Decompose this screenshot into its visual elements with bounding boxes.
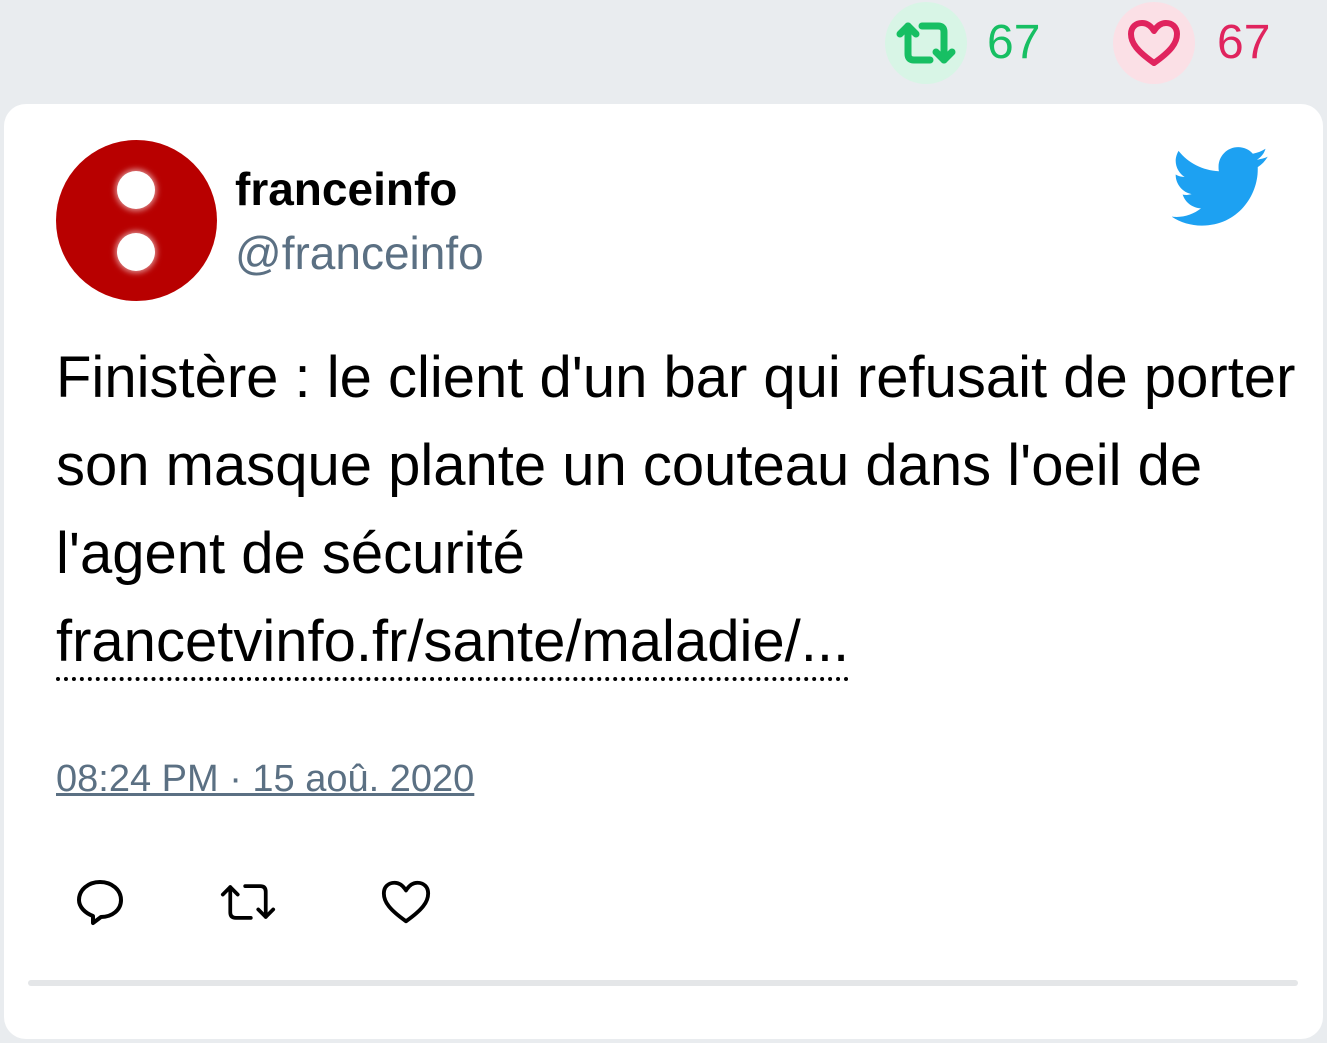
like-button[interactable]: [378, 874, 434, 930]
reply-button[interactable]: [72, 874, 128, 930]
reply-icon: [77, 880, 123, 925]
avatar-dot-top: [117, 171, 155, 209]
retweet-button[interactable]: [220, 874, 276, 930]
retweet-icon: [896, 22, 956, 64]
divider: [28, 980, 1298, 986]
tweet-body: Finistère : le client d'un bar qui refus…: [56, 334, 1296, 686]
heart-icon: [381, 880, 431, 924]
retweet-stat[interactable]: 67: [885, 2, 1040, 84]
heart-icon: [1128, 20, 1180, 66]
engagement-stats-bar: 67 67: [0, 0, 1327, 100]
tweet-link[interactable]: francetvinfo.fr/sante/maladie/...: [56, 607, 850, 681]
twitter-bird-icon[interactable]: [1172, 146, 1270, 230]
avatar-dot-bottom: [117, 233, 155, 271]
retweet-icon: [220, 884, 276, 920]
user-handle[interactable]: @franceinfo: [235, 230, 484, 276]
avatar[interactable]: [56, 140, 217, 301]
tweet-text: Finistère : le client d'un bar qui refus…: [56, 345, 1296, 586]
like-count: 67: [1217, 16, 1271, 69]
tweet-card: franceinfo @franceinfo Finistère : le cl…: [4, 104, 1323, 1039]
tweet-timestamp[interactable]: 08:24 PM · 15 aoû. 2020: [56, 760, 474, 798]
retweet-stat-circle[interactable]: [885, 2, 967, 84]
tweet-actions: [56, 874, 456, 934]
like-stat-circle[interactable]: [1113, 2, 1195, 84]
retweet-count: 67: [987, 16, 1041, 69]
like-stat[interactable]: 67: [1113, 2, 1270, 84]
display-name[interactable]: franceinfo: [235, 166, 457, 212]
